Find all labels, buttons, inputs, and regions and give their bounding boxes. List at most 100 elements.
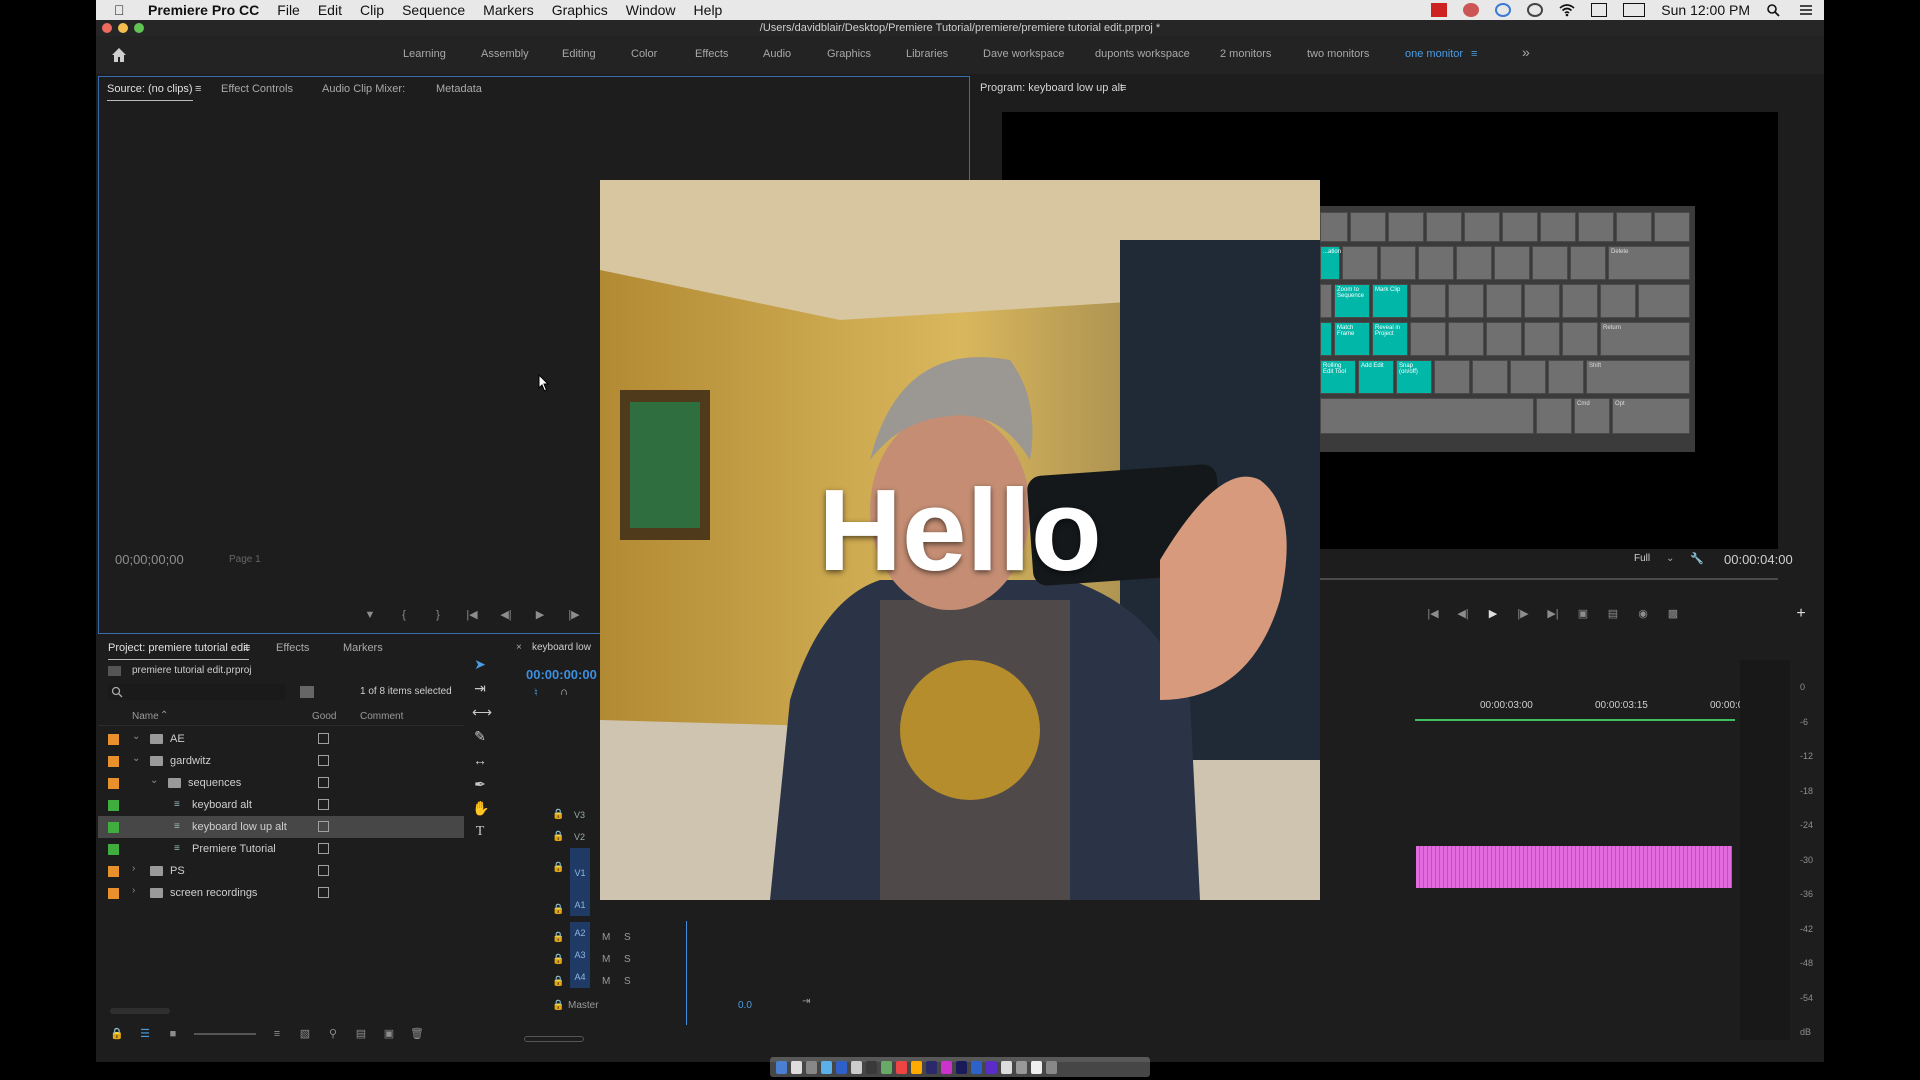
lock-icon[interactable]: 🔒 [552, 809, 564, 820]
finder-icon[interactable] [776, 1060, 787, 1074]
lock-icon[interactable]: 🔒 [552, 932, 564, 943]
good-checkbox[interactable] [318, 777, 329, 788]
project-row[interactable]: › PS [98, 860, 464, 882]
workspace-two-monitors[interactable]: two monitors [1307, 48, 1369, 60]
menu-markers[interactable]: Markers [483, 2, 534, 18]
razor-tool-icon[interactable]: ✎ [472, 728, 488, 744]
project-horizontal-scrollbar[interactable] [110, 1008, 170, 1014]
go-to-out-icon[interactable]: ▶| [1546, 608, 1560, 620]
pen-tool-icon[interactable]: ✒ [472, 776, 488, 792]
master-volume-value[interactable]: 0.0 [738, 1000, 752, 1011]
program-timecode[interactable]: 00:00:04:00 [1724, 552, 1793, 567]
track-a4[interactable]: A4 [570, 966, 590, 988]
close-sequence-icon[interactable]: × [516, 642, 522, 653]
app-menu[interactable]: Premiere Pro CC [148, 2, 259, 18]
menubar-clock[interactable]: Sun 12:00 PM [1661, 2, 1750, 18]
chevron-down-icon[interactable]: ⌄ [150, 775, 158, 786]
app-icon[interactable] [821, 1060, 832, 1074]
go-to-in-icon[interactable]: |◀ [1426, 608, 1440, 620]
workspace-overflow-button[interactable]: » [1522, 44, 1530, 60]
sort-ascending-icon[interactable]: ⌃ [160, 710, 168, 721]
project-row[interactable]: ⌄ sequences [98, 772, 464, 794]
track-a3-solo[interactable]: S [624, 954, 631, 965]
workspace-graphics[interactable]: Graphics [827, 48, 871, 60]
label-color-swatch[interactable] [108, 734, 119, 745]
step-forward-icon[interactable]: |▶ [1516, 608, 1530, 620]
app-icon[interactable] [806, 1060, 817, 1074]
menu-file[interactable]: File [277, 2, 300, 18]
creative-cloud-icon[interactable] [1463, 3, 1480, 17]
app-icon[interactable] [971, 1060, 982, 1074]
new-bin-icon[interactable]: ▤ [354, 1028, 368, 1040]
lock-icon[interactable]: 🔒 [552, 904, 564, 915]
good-checkbox[interactable] [318, 755, 329, 766]
mark-in-icon[interactable]: { [397, 609, 411, 621]
record-status-icon[interactable] [1431, 3, 1448, 17]
app-icon[interactable] [1016, 1060, 1027, 1074]
label-color-swatch[interactable] [108, 888, 119, 899]
comparison-view-icon[interactable]: ▩ [1666, 608, 1680, 620]
project-row[interactable]: ⌄ AE [98, 728, 464, 750]
tab-markers[interactable]: Markers [343, 642, 383, 654]
workspace-effects[interactable]: Effects [695, 48, 728, 60]
workspace-editing[interactable]: Editing [562, 48, 596, 60]
playhead[interactable] [686, 921, 687, 1025]
app-icon[interactable] [881, 1060, 892, 1074]
selection-tool-icon[interactable]: ➤ [472, 656, 488, 672]
workspace-libraries[interactable]: Libraries [906, 48, 948, 60]
app-icon[interactable] [911, 1060, 922, 1074]
timeline-timecode[interactable]: 00:00:00:00 [526, 667, 597, 682]
list-view-icon[interactable]: ☰ [138, 1028, 152, 1040]
label-color-swatch[interactable] [108, 844, 119, 855]
automate-to-sequence-icon[interactable]: ▧ [298, 1028, 312, 1040]
good-checkbox[interactable] [318, 821, 329, 832]
column-comment[interactable]: Comment [360, 711, 403, 722]
chevron-right-icon[interactable]: › [132, 885, 135, 896]
menu-help[interactable]: Help [694, 2, 723, 18]
project-row[interactable]: ≡ Premiere Tutorial [98, 838, 464, 860]
label-color-swatch[interactable] [108, 756, 119, 767]
track-a1[interactable]: A1 [570, 894, 590, 916]
wrench-icon[interactable]: 🔧 [1690, 552, 1704, 565]
lock-icon[interactable]: 🔒 [552, 1000, 564, 1011]
project-row[interactable]: ⌄ gardwitz [98, 750, 464, 772]
label-color-swatch[interactable] [108, 800, 119, 811]
app-icon[interactable] [926, 1060, 937, 1074]
chevron-down-icon[interactable]: ⌄ [132, 731, 140, 742]
lock-icon[interactable]: 🔒 [552, 831, 564, 842]
close-window-button[interactable] [102, 23, 112, 33]
home-icon[interactable] [110, 46, 128, 64]
nest-toggle-icon[interactable]: ♮ [534, 686, 538, 699]
mark-out-icon[interactable]: } [431, 609, 445, 621]
chevron-down-icon[interactable]: ⌄ [132, 753, 140, 764]
program-panel-title[interactable]: Program: keyboard low up alt [980, 82, 1123, 94]
notification-center-icon[interactable] [1798, 3, 1814, 17]
wifi-icon[interactable] [1559, 3, 1575, 17]
lock-icon[interactable]: 🔒 [110, 1028, 124, 1040]
project-row[interactable]: › screen recordings [98, 882, 464, 904]
tab-project[interactable]: Project: premiere tutorial edit [108, 642, 249, 660]
timeline-zoom-scrollbar[interactable] [524, 1036, 584, 1042]
lock-icon[interactable]: 🔒 [552, 954, 564, 965]
lift-icon[interactable]: ▣ [1576, 608, 1590, 620]
lock-icon[interactable]: 🔒 [552, 862, 564, 873]
ripple-edit-tool-icon[interactable]: ⟷ [472, 704, 492, 720]
icon-view-icon[interactable]: ■ [166, 1028, 180, 1040]
apple-icon[interactable]:  [114, 2, 136, 18]
track-a4-solo[interactable]: S [624, 976, 631, 987]
track-a4-mute[interactable]: M [602, 976, 610, 987]
menu-sequence[interactable]: Sequence [402, 2, 465, 18]
app-icon[interactable] [1001, 1060, 1012, 1074]
hand-tool-icon[interactable]: ✋ [472, 800, 489, 816]
project-panel-menu-icon[interactable]: ≡ [244, 642, 250, 654]
app-icon[interactable] [866, 1060, 877, 1074]
good-checkbox[interactable] [318, 733, 329, 744]
column-name[interactable]: Name [132, 711, 159, 722]
project-search-input[interactable] [108, 684, 286, 700]
app-icon[interactable] [791, 1060, 802, 1074]
app-icon[interactable] [956, 1060, 967, 1074]
new-item-icon[interactable]: ▣ [382, 1028, 396, 1040]
sequence-tab[interactable]: keyboard low [532, 642, 591, 653]
work-area-bar[interactable] [1415, 719, 1735, 721]
tab-source[interactable]: Source: (no clips) [107, 83, 193, 101]
